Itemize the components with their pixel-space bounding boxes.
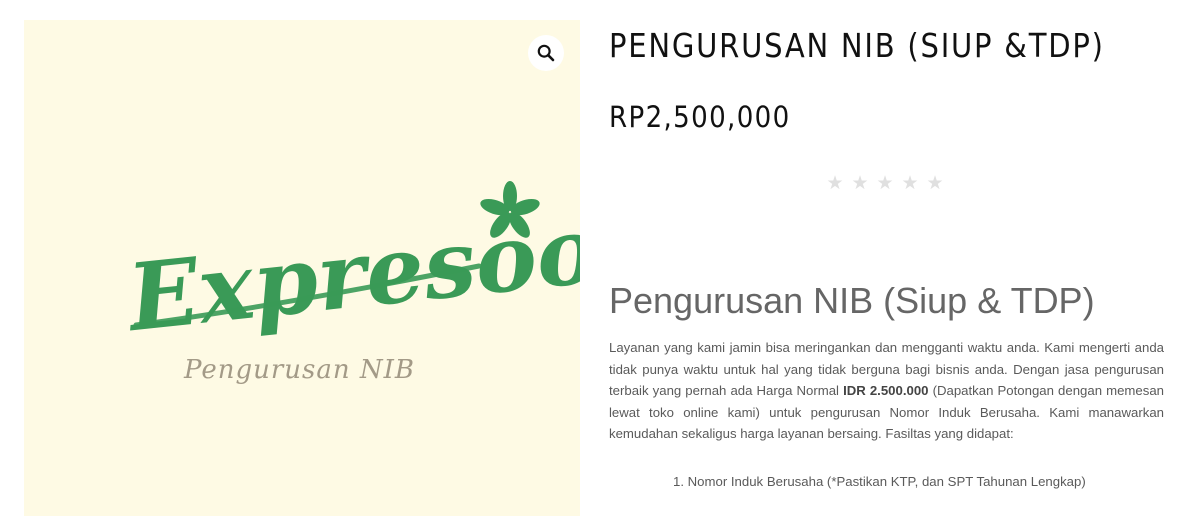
star-icon[interactable]: ★	[926, 174, 944, 193]
product-price: RP2,500,000	[609, 100, 791, 134]
list-item: 1. Nomor Induk Berusaha (*Pastikan KTP, …	[673, 474, 1086, 489]
star-icon[interactable]: ★	[826, 174, 844, 193]
feature-list: 1. Nomor Induk Berusaha (*Pastikan KTP, …	[673, 471, 1086, 493]
description-heading: Pengurusan NIB (Siup & TDP)	[609, 280, 1095, 321]
description-paragraph: Layanan yang kami jamin bisa meringankan…	[609, 337, 1164, 445]
brand-subtitle: Pengurusan NIB	[184, 355, 416, 385]
product-image[interactable]: Expresoo Pengurusan NIB	[24, 20, 580, 516]
product-title: PENGURUSAN NIB (SIUP &TDP)	[609, 26, 1105, 65]
star-icon[interactable]: ★	[851, 174, 869, 193]
magnifier-icon	[537, 44, 555, 62]
star-icon[interactable]: ★	[876, 174, 894, 193]
description-price-highlight: IDR 2.500.000	[843, 383, 929, 399]
star-rating[interactable]: ★ ★ ★ ★ ★	[826, 174, 944, 193]
brand-logo: Expresoo	[120, 181, 580, 352]
star-icon[interactable]: ★	[901, 174, 919, 193]
zoom-button[interactable]	[528, 35, 564, 71]
product-page: Expresoo Pengurusan NIB PENGURUSAN NIB (…	[0, 0, 1201, 516]
